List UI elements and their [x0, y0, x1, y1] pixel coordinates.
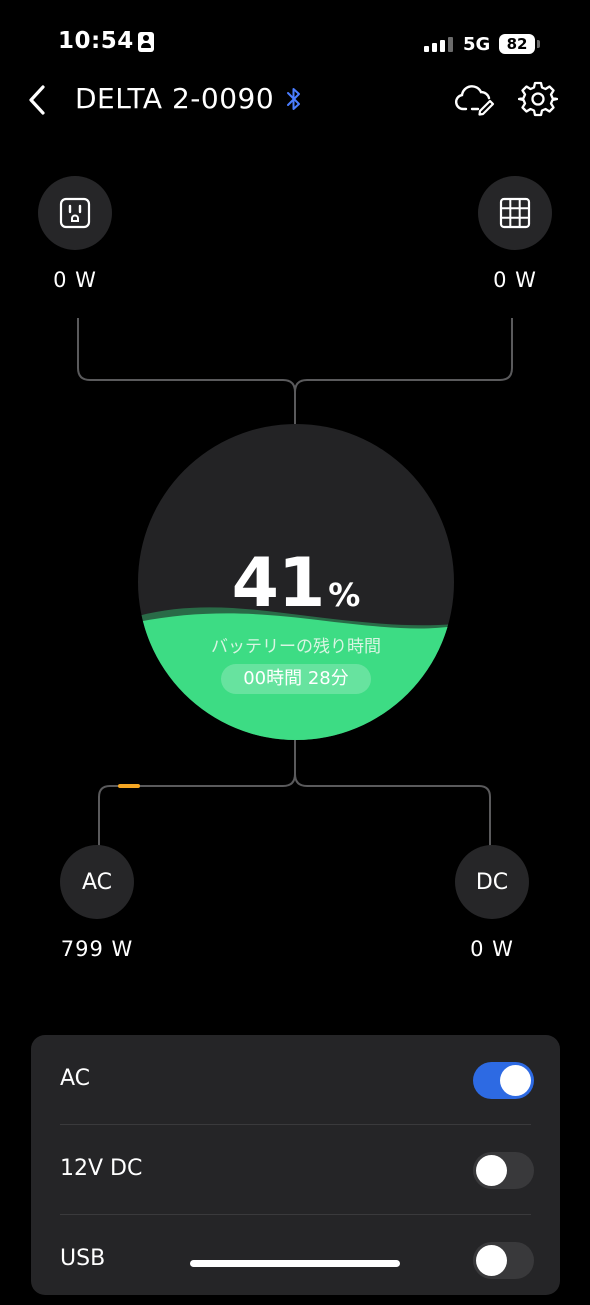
output-row-label: AC	[60, 1066, 91, 1091]
12v-dc-output-toggle[interactable]	[473, 1152, 534, 1189]
remaining-time-label: バッテリーの残り時間	[211, 637, 381, 657]
remaining-time-value: 00時間 28分	[221, 664, 371, 694]
dc-output-label: DC	[475, 869, 509, 895]
toggle-knob	[476, 1155, 507, 1186]
ac-output-button[interactable]: AC	[60, 845, 134, 919]
solar-input-watts: 0 W	[493, 268, 537, 292]
output-row-12v-dc: 12V DC	[31, 1125, 560, 1215]
output-control-panel: AC 12V DC USB	[31, 1035, 560, 1295]
output-row-ac: AC	[31, 1035, 560, 1125]
dc-output-button[interactable]: DC	[455, 845, 529, 919]
usb-output-toggle[interactable]	[473, 1242, 534, 1279]
output-row-label: 12V DC	[60, 1156, 143, 1181]
ac-output-watts: 799 W	[60, 937, 134, 961]
toggle-knob	[476, 1245, 507, 1276]
toggle-knob	[500, 1065, 531, 1096]
solar-input-button[interactable]	[478, 176, 552, 250]
output-row-label: USB	[60, 1246, 106, 1271]
ac-input-button[interactable]	[38, 176, 112, 250]
ac-outlet-icon	[59, 197, 91, 229]
dc-output-watts: 0 W	[470, 937, 514, 961]
battery-percent: 41	[231, 544, 326, 623]
ac-input-watts: 0 W	[53, 268, 97, 292]
battery-percent-unit: %	[328, 576, 361, 614]
ac-output-toggle[interactable]	[473, 1062, 534, 1099]
ac-output-label: AC	[81, 869, 113, 895]
solar-panel-icon	[499, 197, 531, 229]
battery-level-gauge[interactable]: 41% バッテリーの残り時間 00時間 28分	[138, 424, 454, 740]
battery-percent-display: 41%	[138, 544, 454, 623]
home-indicator[interactable]	[190, 1260, 400, 1267]
